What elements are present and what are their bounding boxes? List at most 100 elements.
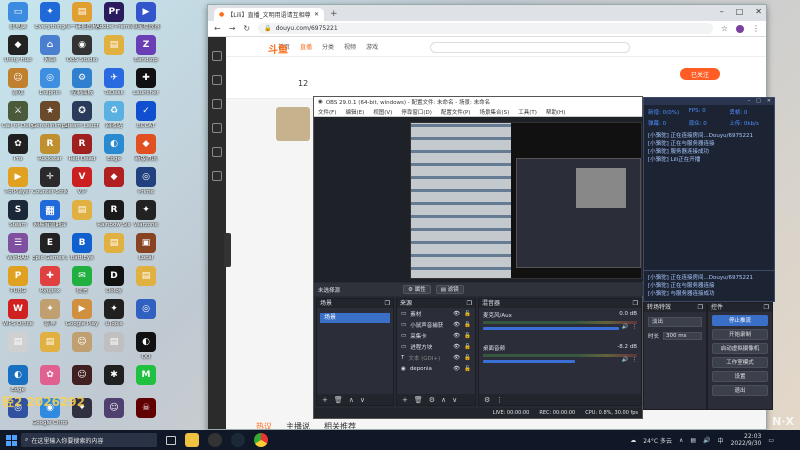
new-tab-icon[interactable]: + — [330, 8, 338, 21]
source-row[interactable]: ▭ 小鼠声音捕获 👁 🔓 — [397, 319, 475, 330]
gear-icon[interactable]: ⚙ — [484, 396, 490, 404]
nav-item[interactable]: 视频 — [344, 42, 356, 51]
forward-icon[interactable]: → — [229, 24, 236, 33]
network-icon[interactable]: ▤ — [690, 437, 696, 444]
preview-canvas[interactable] — [410, 122, 642, 279]
gear-icon[interactable]: ⚙ — [429, 396, 435, 404]
volume-slider[interactable] — [483, 359, 576, 363]
obs-taskbar-icon[interactable] — [208, 433, 222, 447]
obs-preview[interactable] — [314, 117, 644, 282]
chevron-up-icon[interactable]: ∧ — [441, 396, 446, 404]
trash-icon[interactable]: 🗑 — [414, 396, 423, 404]
undock-icon[interactable]: ❐ — [467, 299, 472, 308]
minimize-icon[interactable]: – — [748, 98, 751, 105]
sidebar-game-icon[interactable] — [212, 147, 222, 157]
page-scroll-handle[interactable] — [224, 233, 231, 267]
maximize-icon[interactable]: □ — [736, 7, 744, 16]
menu-icon[interactable]: ⋮ — [752, 24, 760, 33]
close-tab-icon[interactable]: ✕ — [314, 11, 319, 18]
sidebar-category-icon[interactable] — [212, 99, 222, 109]
weather-icon[interactable]: ☁ — [630, 437, 636, 444]
tray-chevron-up-icon[interactable]: ∧ — [679, 437, 683, 444]
browser-tab[interactable]: ● 【Lili】直播_文明用语请互相尊重 - 斗鱼 ✕ — [214, 8, 324, 21]
close-icon[interactable]: ✕ — [767, 98, 771, 105]
reload-icon[interactable]: ↻ — [243, 24, 250, 33]
follow-button[interactable]: 已关注 — [680, 68, 720, 80]
menu-docks[interactable]: 停靠窗口(D) — [401, 108, 432, 116]
start-recording-button[interactable]: 开始录制 — [712, 329, 768, 340]
gear-icon[interactable]: ⋮ — [632, 324, 638, 330]
tab-anchor[interactable]: 主播说 — [286, 421, 310, 429]
lock-icon[interactable]: 🔓 — [464, 344, 471, 350]
properties-button[interactable]: ⚙ 属性 — [403, 285, 431, 294]
tab-hot[interactable]: 热议 — [256, 421, 272, 429]
lock-icon[interactable]: 🔓 — [464, 333, 471, 339]
source-row[interactable]: ▭ 采集卡 👁 🔓 — [397, 330, 475, 341]
undock-icon[interactable]: ❐ — [385, 299, 390, 308]
speaker-icon[interactable]: 🔊 — [622, 324, 629, 330]
weather-text[interactable]: 24°C 多云 — [643, 436, 672, 445]
minimize-icon[interactable]: – — [720, 7, 724, 16]
stop-streaming-button[interactable]: 停止推流 — [712, 315, 768, 326]
scene-item[interactable]: 场景 — [320, 313, 390, 323]
file-explorer-icon[interactable] — [185, 433, 199, 447]
profile-icon[interactable] — [736, 24, 744, 33]
menu-file[interactable]: 文件(F) — [318, 108, 336, 116]
nav-item[interactable]: 游戏 — [366, 42, 378, 51]
menu-view[interactable]: 视图(V) — [373, 108, 392, 116]
bookmark-icon[interactable]: ☆ — [721, 24, 728, 33]
menu-edit[interactable]: 编辑(E) — [345, 108, 364, 116]
volume-icon[interactable]: 🔊 — [703, 437, 710, 444]
sidebar-follow-icon[interactable] — [212, 75, 222, 85]
clock[interactable]: 22:03 2022/9/30 — [731, 433, 762, 447]
windows-start-icon[interactable] — [6, 434, 17, 446]
eye-icon[interactable]: 👁 — [453, 322, 460, 328]
notification-icon[interactable]: ▭ — [768, 437, 774, 444]
source-row[interactable]: T 文本 (GDI+) 👁 🔓 — [397, 352, 475, 363]
menu-tools[interactable]: 工具(T) — [518, 108, 537, 116]
eye-icon[interactable]: 👁 — [453, 366, 460, 372]
nav-item[interactable]: 直播 — [300, 42, 312, 51]
add-icon[interactable]: + — [402, 396, 408, 404]
maximize-icon[interactable]: □ — [756, 98, 761, 105]
menu-help[interactable]: 帮助(H) — [546, 108, 565, 116]
menu-scene-collection[interactable]: 场景集合(S) — [479, 108, 509, 116]
taskbar-search[interactable]: ⌕ 在这里输入你要搜索的内容 — [21, 433, 157, 447]
add-icon[interactable]: + — [322, 396, 328, 404]
close-icon[interactable]: ✕ — [755, 7, 762, 16]
nav-item[interactable]: 分类 — [322, 42, 334, 51]
settings-button[interactable]: 设置 — [712, 371, 768, 382]
source-row[interactable]: ◉ deponia 👁 🔓 — [397, 363, 475, 374]
speaker-icon[interactable]: 🔊 — [622, 357, 629, 363]
chevron-down-icon[interactable]: ∨ — [360, 396, 365, 404]
more-icon[interactable]: ⋮ — [496, 396, 503, 404]
undock-icon[interactable]: ❐ — [633, 299, 638, 308]
douyu-search-input[interactable] — [430, 42, 630, 53]
duration-input[interactable]: 300 ms — [663, 332, 702, 340]
streamer-avatar[interactable] — [276, 107, 310, 141]
gear-icon[interactable]: ⋮ — [632, 357, 638, 363]
lock-icon[interactable]: 🔓 — [464, 311, 471, 317]
source-row[interactable]: ▭ 素材 👁 🔓 — [397, 308, 475, 319]
chevron-up-icon[interactable]: ∧ — [349, 396, 354, 404]
eye-icon[interactable]: 👁 — [453, 344, 460, 350]
chrome-taskbar-icon[interactable] — [254, 433, 268, 447]
sidebar-more-icon[interactable] — [212, 171, 222, 181]
address-bar[interactable]: 🔒 douyu.com/6975221 — [258, 23, 713, 34]
sidebar-home-icon[interactable] — [212, 51, 222, 61]
chevron-down-icon[interactable]: ∨ — [452, 396, 457, 404]
exit-button[interactable]: 退出 — [712, 385, 768, 396]
douyu-logo[interactable]: 斗鱼 — [268, 41, 288, 56]
volume-slider[interactable] — [483, 326, 619, 330]
steam-taskbar-icon[interactable] — [231, 433, 245, 447]
undock-icon[interactable]: ❐ — [698, 303, 703, 312]
transition-select[interactable]: 淡出 — [648, 317, 702, 327]
eye-icon[interactable]: 👁 — [453, 333, 460, 339]
lock-icon[interactable]: 🔓 — [464, 355, 471, 361]
task-view-icon[interactable] — [166, 435, 176, 445]
virtual-camera-button[interactable]: 启动虚拟摄像机 — [712, 343, 768, 354]
source-row[interactable]: ▭ 进程方块 👁 🔓 — [397, 341, 475, 352]
sidebar-video-icon[interactable] — [212, 123, 222, 133]
tab-recommend[interactable]: 相关推荐 — [324, 421, 356, 429]
filters-button[interactable]: ▤ 滤镜 — [435, 285, 464, 294]
